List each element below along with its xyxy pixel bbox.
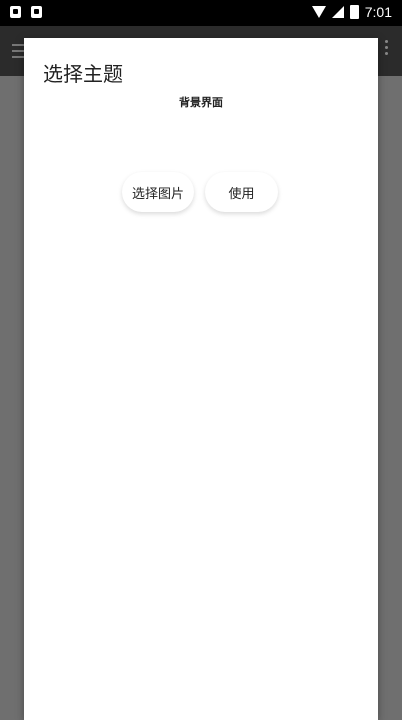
overflow-menu-icon[interactable]: [385, 40, 388, 43]
status-notifications: [10, 6, 42, 18]
notification-icon: [31, 6, 42, 18]
status-bar: 7:01: [0, 0, 402, 26]
menu-icon[interactable]: [12, 44, 24, 58]
background-section-label: 背景界面: [179, 96, 223, 109]
wifi-icon: [311, 6, 326, 18]
dialog-title: 选择主题: [43, 62, 123, 86]
theme-dialog: 选择主题 背景界面 选择图片 使用: [24, 38, 378, 720]
status-time: 7:01: [364, 4, 392, 20]
battery-icon: [349, 5, 359, 19]
pick-image-button[interactable]: 选择图片: [122, 172, 194, 212]
notification-icon: [10, 6, 21, 18]
signal-icon: [331, 6, 344, 18]
use-button[interactable]: 使用: [205, 172, 278, 212]
status-system: 7:01: [311, 4, 392, 20]
